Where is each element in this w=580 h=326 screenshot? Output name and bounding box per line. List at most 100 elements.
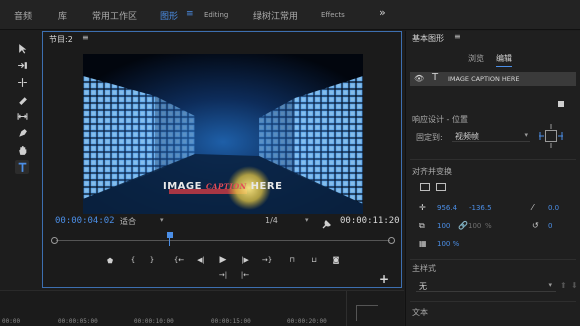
workspace-tab-libraries[interactable]: 库 (58, 9, 67, 22)
anchor-icon: ↺ (532, 221, 539, 230)
video-frame[interactable]: IMAGE CAPTION HERE (83, 54, 363, 214)
caption-text[interactable]: IMAGE CAPTION HERE (163, 181, 282, 192)
chevron-down-icon: ▾ (524, 131, 528, 139)
audio-meter (356, 305, 378, 321)
chevron-down-icon[interactable]: ▾ (305, 216, 309, 224)
slip-icon[interactable] (15, 109, 29, 123)
ruler-in-cap[interactable] (51, 237, 58, 244)
timeline-time: 00:00:05:00 (58, 318, 98, 325)
program-monitor: 节目:2 ≡ IMAGE CAPTION HERE 00:00:04:02 适合… (42, 31, 402, 288)
fixed-to-label: 固定到: (416, 133, 443, 142)
workspace-bar: 音频 库 常用工作区 图形 ≡ Editing 绿树江常用 Effects » (0, 0, 580, 30)
layer-row[interactable]: 👁 T IMAGE CAPTION HERE (410, 72, 576, 86)
scale-unit: % (485, 222, 492, 230)
layer-name: IMAGE CAPTION HERE (448, 75, 520, 83)
anchor-value[interactable]: 0 (548, 222, 552, 230)
overwrite-icon[interactable]: |← (239, 271, 251, 279)
workspace-menu-icon[interactable]: ≡ (186, 9, 194, 19)
pin-to-widget[interactable] (539, 124, 563, 150)
position-x-value[interactable]: 956.4 (437, 204, 457, 212)
timeline-time: 00:00 (2, 318, 21, 325)
ripple-edit-icon[interactable] (15, 75, 29, 89)
selection-tool-icon[interactable] (15, 41, 29, 55)
caption-mid: CAPTION (205, 182, 247, 191)
rotation-value[interactable]: 0.0 (548, 204, 559, 212)
rotation-icon: ⁄ (532, 203, 534, 212)
eye-icon[interactable]: 👁 (414, 74, 424, 83)
mark-in-icon[interactable]: { (127, 256, 139, 264)
workspace-tab-effects[interactable]: Effects (321, 11, 345, 19)
current-timecode[interactable]: 00:00:04:02 (55, 216, 115, 226)
push-up-icon[interactable]: ⬆ (560, 281, 567, 290)
extract-icon[interactable]: ⊔ (308, 256, 320, 264)
workspace-overflow-icon[interactable]: » (379, 6, 386, 19)
workspace-tab-custom[interactable]: 绿树江常用 (253, 9, 298, 22)
camera-icon[interactable]: ◙ (330, 256, 342, 264)
align-vertical-center-icon[interactable] (420, 183, 430, 191)
link-icon[interactable]: 🔗 (458, 221, 468, 230)
tab-browse[interactable]: 浏览 (468, 53, 484, 64)
panel-menu-icon[interactable]: ≡ (454, 32, 461, 41)
workspace-tab-graphics[interactable]: 图形 (160, 9, 178, 22)
pen-icon[interactable] (15, 126, 29, 140)
workspace-tab-audio[interactable]: 音频 (14, 9, 32, 22)
essential-graphics-title: 基本图形 (412, 34, 444, 43)
chevron-down-icon[interactable]: ▾ (160, 216, 164, 224)
zoom-fit-select[interactable]: 适合 (120, 216, 136, 227)
go-to-in-icon[interactable]: {← (173, 256, 185, 264)
go-to-out-icon[interactable]: →} (261, 256, 273, 264)
responsive-design-label: 响应设计 - 位置 (412, 115, 468, 124)
duration-timecode: 00:00:11:20 (340, 216, 400, 226)
play-icon[interactable]: ▶ (217, 255, 229, 265)
panel-menu-icon[interactable]: ≡ (82, 33, 89, 42)
lift-icon[interactable]: ⊓ (286, 256, 298, 264)
hand-icon[interactable] (15, 143, 29, 157)
fixed-to-value: 视频帧 (455, 132, 479, 141)
timeline-ruler[interactable]: 00:00 00:00:05:00 00:00:10:00 00:00:15:0… (0, 290, 404, 326)
workspace-tab-editing[interactable]: Editing (204, 11, 228, 19)
chevron-down-icon: ▾ (548, 281, 552, 289)
master-style-select[interactable]: 无 ▾ (416, 280, 556, 292)
type-tool-icon[interactable] (15, 160, 29, 174)
insert-icon[interactable]: →| (217, 271, 229, 279)
program-monitor-title: 节目:2 (49, 35, 73, 44)
push-down-icon[interactable]: ⬇ (571, 281, 578, 290)
razor-icon[interactable] (15, 92, 29, 106)
track-select-icon[interactable] (15, 58, 29, 72)
step-back-icon[interactable]: ◀| (195, 256, 207, 264)
tools-panel (0, 31, 40, 301)
button-editor-plus-icon[interactable]: + (379, 272, 389, 286)
scale-icon: ⧉ (419, 221, 425, 230)
timeline-time: 00:00:20:00 (287, 318, 327, 325)
text-section-label: 文本 (412, 308, 428, 317)
opacity-value[interactable]: 100 % (437, 240, 459, 248)
transport-controls: ⬟ { } {← ◀| ▶ |▶ →} ⊓ ⊔ ◙ →| |← (43, 254, 403, 284)
playback-resolution-select[interactable]: 1/4 (265, 216, 278, 225)
new-layer-icon[interactable] (558, 101, 564, 107)
tab-edit[interactable]: 编辑 (496, 53, 512, 67)
section-divider (410, 259, 576, 260)
essential-graphics-panel: 基本图形 ≡ 浏览 编辑 👁 T IMAGE CAPTION HERE 响应设计… (405, 31, 580, 326)
wrench-icon[interactable] (322, 214, 332, 233)
ruler-track (56, 240, 390, 241)
fixed-to-select[interactable]: 视频帧 ▾ (452, 130, 530, 142)
pin-box (545, 130, 557, 142)
workspace-tab-common[interactable]: 常用工作区 (92, 9, 137, 22)
align-transform-label: 对齐并变换 (412, 167, 452, 176)
ruler-out-cap[interactable] (388, 237, 395, 244)
section-divider (410, 159, 576, 160)
timeline-time: 00:00:10:00 (134, 318, 174, 325)
panel-divider (346, 291, 347, 326)
align-horizontal-center-icon[interactable] (436, 183, 446, 191)
scale-width-value[interactable]: 100 (437, 222, 450, 230)
playhead-line (169, 238, 171, 246)
master-style-value: 无 (419, 282, 427, 291)
mark-out-icon[interactable]: } (146, 256, 158, 264)
scale-height-value[interactable]: 100 (468, 222, 481, 230)
caption-right: HERE (246, 181, 283, 192)
step-forward-icon[interactable]: |▶ (239, 256, 251, 264)
opacity-icon: ▦ (419, 239, 427, 248)
position-y-value[interactable]: -136.5 (469, 204, 492, 212)
add-marker-icon[interactable]: ⬟ (104, 257, 116, 265)
time-ruler[interactable] (51, 232, 395, 246)
